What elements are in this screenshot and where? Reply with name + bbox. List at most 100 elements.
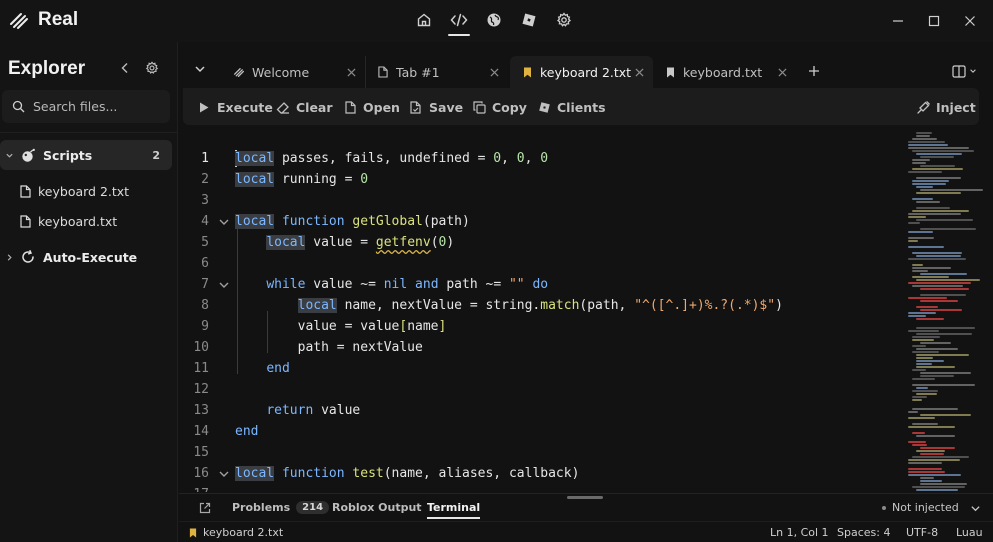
home-icon[interactable]	[412, 8, 436, 32]
panel-tab-label: Problems	[232, 501, 291, 514]
minimap-line	[908, 222, 920, 224]
folder-auto-execute[interactable]: Auto-Execute	[0, 242, 172, 272]
minimap-line	[916, 393, 937, 395]
minimap-line	[916, 192, 961, 194]
panel-tab-problems[interactable]: Problems 214	[232, 501, 330, 514]
chevron-down-icon[interactable]	[3, 151, 15, 160]
minimap-line	[916, 450, 945, 452]
top-navigation	[412, 8, 576, 36]
save-button[interactable]: Save	[409, 98, 463, 116]
fold-chevron-icon[interactable]	[216, 214, 232, 230]
bookmark-icon	[663, 67, 677, 78]
encoding-setting[interactable]: UTF-8	[906, 526, 938, 539]
tab-list-chevron-icon[interactable]	[191, 60, 209, 78]
tab-keyboard-2[interactable]: keyboard 2.txt	[510, 56, 653, 88]
code-icon[interactable]	[447, 8, 471, 36]
minimap-line	[920, 165, 955, 167]
panel-tab-roblox-output[interactable]: Roblox Output	[332, 501, 422, 514]
logo-icon	[10, 13, 28, 29]
minimap-line	[920, 477, 934, 479]
panel-tab-terminal[interactable]: Terminal	[427, 501, 481, 519]
copy-button[interactable]: Copy	[472, 98, 527, 116]
tab-label: keyboard.txt	[683, 64, 763, 80]
language-mode[interactable]: Luau	[956, 526, 983, 539]
code-editor[interactable]: 1 local passes, fails, undefined = 0, 0,…	[179, 130, 905, 492]
search-input[interactable]	[33, 99, 153, 114]
collapse-sidebar-icon[interactable]	[116, 59, 134, 77]
roblox-icon	[537, 100, 551, 114]
minimap-line	[912, 264, 923, 266]
minimap-line	[916, 363, 932, 365]
code-line-text: local name, nextValue = string.match(pat…	[297, 298, 783, 313]
minimize-icon[interactable]	[887, 10, 909, 32]
file-item[interactable]: keyboard 2.txt	[20, 179, 170, 203]
popout-icon[interactable]	[198, 501, 212, 515]
chevron-right-icon[interactable]	[3, 253, 15, 262]
tab-tab-1[interactable]: Tab #1	[365, 56, 508, 88]
minimap-line	[908, 330, 939, 332]
line-number: 17	[179, 487, 209, 492]
add-tab-icon[interactable]	[806, 63, 822, 79]
minimap-line	[912, 444, 927, 446]
minimap-line	[916, 489, 958, 491]
line-number: 12	[193, 382, 209, 397]
tab-keyboard[interactable]: keyboard.txt	[653, 56, 796, 88]
close-tab-icon[interactable]	[345, 66, 357, 78]
fold-chevron-icon[interactable]	[216, 277, 232, 293]
sidebar-title: Explorer	[8, 58, 86, 79]
minimap-line	[908, 141, 945, 143]
status-file[interactable]: keyboard 2.txt	[189, 526, 283, 539]
clear-button[interactable]: Clear	[276, 98, 333, 116]
sidebar-settings-icon[interactable]	[143, 59, 161, 77]
file-item[interactable]: keyboard.txt	[20, 209, 170, 233]
minimap-line	[920, 447, 955, 449]
clients-button[interactable]: Clients	[537, 98, 606, 116]
minimap-line	[920, 156, 954, 158]
minimap-line	[908, 282, 971, 284]
syringe-icon	[916, 100, 930, 114]
close-icon[interactable]	[959, 10, 981, 32]
minimap-line	[912, 168, 963, 170]
line-number: 7	[201, 277, 209, 292]
app-logo: Real	[8, 9, 78, 31]
globe-icon[interactable]	[482, 8, 506, 32]
minimap-line	[908, 411, 918, 413]
code-line: 11 end	[179, 358, 905, 379]
save-label: Save	[429, 99, 464, 115]
code-line-text: local function getGlobal(path)	[235, 214, 470, 229]
file-icon	[376, 66, 390, 78]
close-tab-icon[interactable]	[776, 66, 788, 78]
indentation-setting[interactable]: Spaces: 4	[837, 526, 890, 539]
maximize-icon[interactable]	[923, 10, 945, 32]
file-name: keyboard 2.txt	[38, 183, 130, 199]
fold-chevron-icon[interactable]	[216, 466, 232, 482]
minimap-line	[908, 237, 934, 239]
inject-label: Inject	[936, 99, 976, 115]
close-tab-icon[interactable]	[488, 66, 500, 78]
inject-button[interactable]: Inject	[916, 98, 976, 116]
settings-icon[interactable]	[552, 8, 576, 32]
status-dot	[882, 505, 886, 510]
cursor-position[interactable]: Ln 1, Col 1	[770, 526, 829, 539]
folder-scripts[interactable]: Scripts 2	[0, 140, 172, 170]
execute-button[interactable]: Execute	[197, 98, 273, 116]
minimap[interactable]	[906, 130, 993, 492]
minimap-line	[908, 147, 969, 149]
eraser-icon	[276, 100, 290, 114]
roblox-icon[interactable]	[517, 8, 541, 32]
code-line-text: end	[235, 424, 259, 439]
minimap-line	[912, 378, 935, 380]
minimap-line	[916, 219, 973, 221]
line-number: 8	[201, 298, 209, 313]
line-number: 1	[201, 151, 209, 166]
split-view-icon[interactable]	[952, 62, 982, 80]
minimap-line	[916, 186, 933, 188]
bottom-panel-bar: Problems 214 Roblox Output Terminal Not …	[179, 493, 993, 521]
panel-resize-handle[interactable]	[567, 496, 603, 499]
close-tab-icon[interactable]	[633, 66, 645, 78]
minimap-line	[916, 255, 961, 257]
tab-welcome[interactable]: Welcome	[222, 56, 365, 88]
open-button[interactable]: Open	[343, 98, 400, 116]
minimap-line	[912, 432, 925, 434]
chevron-down-icon[interactable]	[968, 501, 982, 515]
